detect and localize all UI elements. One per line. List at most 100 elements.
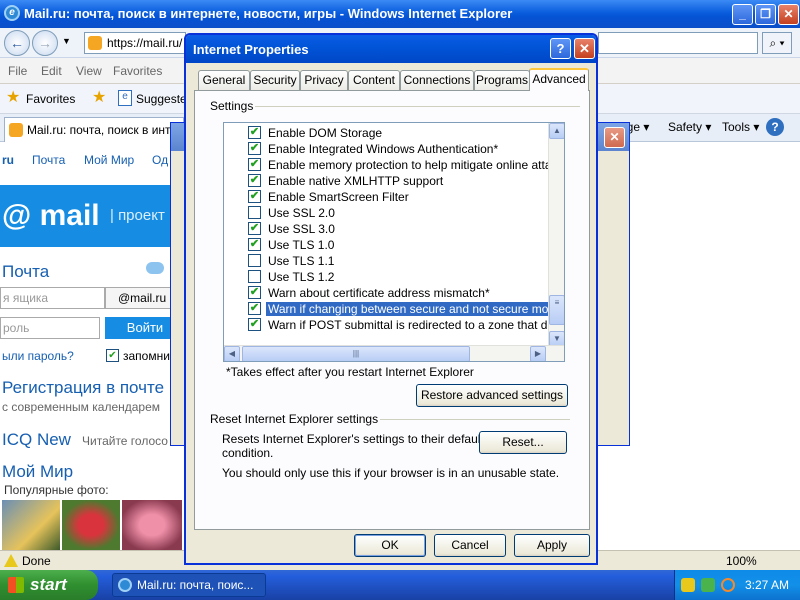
network-icon[interactable]: [701, 578, 715, 592]
clock[interactable]: 3:27 AM: [745, 578, 789, 592]
setting-row[interactable]: ✔ Warn if POST submittal is redirected to…: [248, 317, 564, 333]
advanced-settings-list[interactable]: ✔ Enable DOM Storage ✔ Enable Integrated W…: [223, 122, 565, 362]
scroll-thumb[interactable]: ≡: [549, 295, 564, 325]
login-input[interactable]: я ящика: [0, 287, 105, 309]
tab-security[interactable]: Security: [250, 70, 300, 90]
help-icon[interactable]: ?: [766, 118, 784, 136]
menu-favorites[interactable]: Favorites: [113, 64, 162, 78]
setting-row[interactable]: ✔ Use TLS 1.0: [248, 237, 548, 253]
history-dropdown-icon[interactable]: ▼: [62, 36, 71, 46]
cloud-icon[interactable]: [146, 262, 164, 274]
setting-row[interactable]: Use SSL 2.0: [248, 205, 548, 221]
minimize-button[interactable]: _: [732, 4, 753, 25]
add-favorite-icon[interactable]: ★: [92, 90, 108, 106]
setting-checkbox[interactable]: ✔: [248, 174, 261, 187]
setting-row[interactable]: ✔ Enable native XMLHTTP support: [248, 173, 548, 189]
setting-checkbox[interactable]: ✔: [248, 222, 261, 235]
setting-checkbox[interactable]: ✔: [248, 302, 261, 315]
setting-checkbox[interactable]: ✔: [248, 158, 261, 171]
registration-subtitle: с современным календарем: [2, 400, 161, 414]
security-shield-icon[interactable]: [681, 578, 695, 592]
remember-label: запомни: [123, 349, 170, 363]
setting-checkbox[interactable]: [248, 254, 261, 267]
setting-row-selected[interactable]: ✔ Warn if changing between secure and not…: [248, 301, 564, 317]
nav-item-od[interactable]: Од: [152, 153, 168, 167]
ok-button[interactable]: OK: [354, 534, 426, 557]
setting-checkbox[interactable]: ✔: [248, 318, 261, 331]
cancel-button[interactable]: Cancel: [434, 534, 506, 557]
photo-thumbnail[interactable]: [2, 500, 60, 550]
horizontal-scrollbar[interactable]: ◀ ||| ▶: [224, 345, 564, 361]
nav-item-pochta[interactable]: Почта: [32, 153, 65, 167]
maximize-button[interactable]: ❐: [755, 4, 776, 25]
setting-checkbox[interactable]: ✔: [248, 142, 261, 155]
setting-row[interactable]: ✔ Use SSL 3.0: [248, 221, 548, 237]
browser-tab[interactable]: Mail.ru: почта, поиск в инте: [4, 117, 184, 142]
scroll-left-icon[interactable]: ◀: [224, 346, 240, 361]
setting-row[interactable]: ✔ Enable memory protection to help mitiga…: [248, 157, 564, 173]
setting-row[interactable]: ✔ Enable SmartScreen Filter: [248, 189, 548, 205]
search-tray-icon[interactable]: [721, 578, 735, 592]
tab-general[interactable]: General: [198, 70, 250, 90]
menu-edit[interactable]: Edit: [41, 64, 62, 78]
tab-content[interactable]: Content: [348, 70, 400, 90]
nav-item-ru[interactable]: ru: [2, 153, 14, 167]
setting-checkbox[interactable]: ✔: [248, 126, 261, 139]
reset-group-line: [376, 419, 570, 420]
safety-menu[interactable]: Safety ▾: [668, 120, 711, 134]
setting-checkbox[interactable]: ✔: [248, 238, 261, 251]
scroll-right-icon[interactable]: ▶: [530, 346, 546, 361]
zoom-level[interactable]: 100%: [726, 554, 757, 568]
moimir-heading[interactable]: Мой Мир: [2, 462, 73, 482]
setting-row[interactable]: Use TLS 1.2: [248, 269, 548, 285]
forgot-password-link[interactable]: ыли пароль?: [2, 349, 74, 363]
menu-file[interactable]: File: [8, 64, 27, 78]
setting-row[interactable]: Use TLS 1.1: [248, 253, 548, 269]
start-button[interactable]: start: [0, 570, 98, 600]
setting-label: Enable DOM Storage: [268, 126, 383, 140]
search-button[interactable]: ⌕ ▾: [762, 32, 792, 54]
favorites-button[interactable]: Favorites: [26, 92, 75, 106]
forward-button[interactable]: →: [32, 30, 58, 56]
registration-link[interactable]: Регистрация в почте: [2, 378, 164, 398]
password-input[interactable]: роль: [0, 317, 100, 339]
setting-checkbox[interactable]: [248, 206, 261, 219]
taskbar-item-ie[interactable]: Mail.ru: почта, поис...: [112, 573, 266, 597]
restore-advanced-settings-button[interactable]: Restore advanced settings: [416, 384, 568, 407]
setting-row[interactable]: ✔ Enable Integrated Windows Authenticatio…: [248, 141, 548, 157]
photo-thumbnail[interactable]: [62, 500, 120, 550]
search-input[interactable]: [598, 32, 758, 54]
setting-checkbox[interactable]: ✔: [248, 286, 261, 299]
status-text: Done: [22, 554, 51, 568]
setting-row[interactable]: ✔ Warn about certificate address mismatch…: [248, 285, 548, 301]
tab-connections[interactable]: Connections: [400, 70, 474, 90]
reset-button[interactable]: Reset...: [479, 431, 567, 454]
setting-row[interactable]: ✔ Enable DOM Storage: [248, 125, 548, 141]
nav-item-moimir[interactable]: Мой Мир: [84, 153, 134, 167]
address-bar[interactable]: https://mail.ru/: [84, 32, 186, 54]
back-button[interactable]: ←: [4, 30, 30, 56]
setting-checkbox[interactable]: [248, 270, 261, 283]
close-button[interactable]: ✕: [778, 4, 799, 25]
apply-button[interactable]: Apply: [514, 534, 590, 557]
icq-heading[interactable]: ICQ New: [2, 430, 71, 450]
dialog-close-button[interactable]: ✕: [574, 38, 595, 59]
setting-checkbox[interactable]: ✔: [248, 190, 261, 203]
tools-menu[interactable]: Tools ▾: [722, 120, 759, 134]
remember-checkbox[interactable]: ✔: [106, 349, 119, 362]
dialog-help-button[interactable]: ?: [550, 38, 571, 59]
tab-privacy[interactable]: Privacy: [300, 70, 348, 90]
tab-advanced[interactable]: Advanced: [529, 68, 589, 91]
browser-title: Mail.ru: почта, поиск в интернете, новос…: [24, 6, 513, 21]
mail-heading[interactable]: Почта: [2, 262, 49, 282]
hscroll-thumb[interactable]: |||: [242, 346, 470, 361]
photo-thumbnail[interactable]: [122, 500, 182, 550]
scroll-up-icon[interactable]: ▲: [549, 123, 564, 139]
menu-view[interactable]: View: [76, 64, 102, 78]
site-favicon-icon: [88, 36, 102, 50]
vertical-scrollbar[interactable]: ▲ ≡ ▼: [548, 123, 564, 347]
setting-label: Enable SmartScreen Filter: [268, 190, 409, 204]
address-url: https://mail.ru/: [107, 36, 183, 50]
background-close-button[interactable]: ✕: [604, 127, 625, 148]
tab-programs[interactable]: Programs: [474, 70, 530, 90]
